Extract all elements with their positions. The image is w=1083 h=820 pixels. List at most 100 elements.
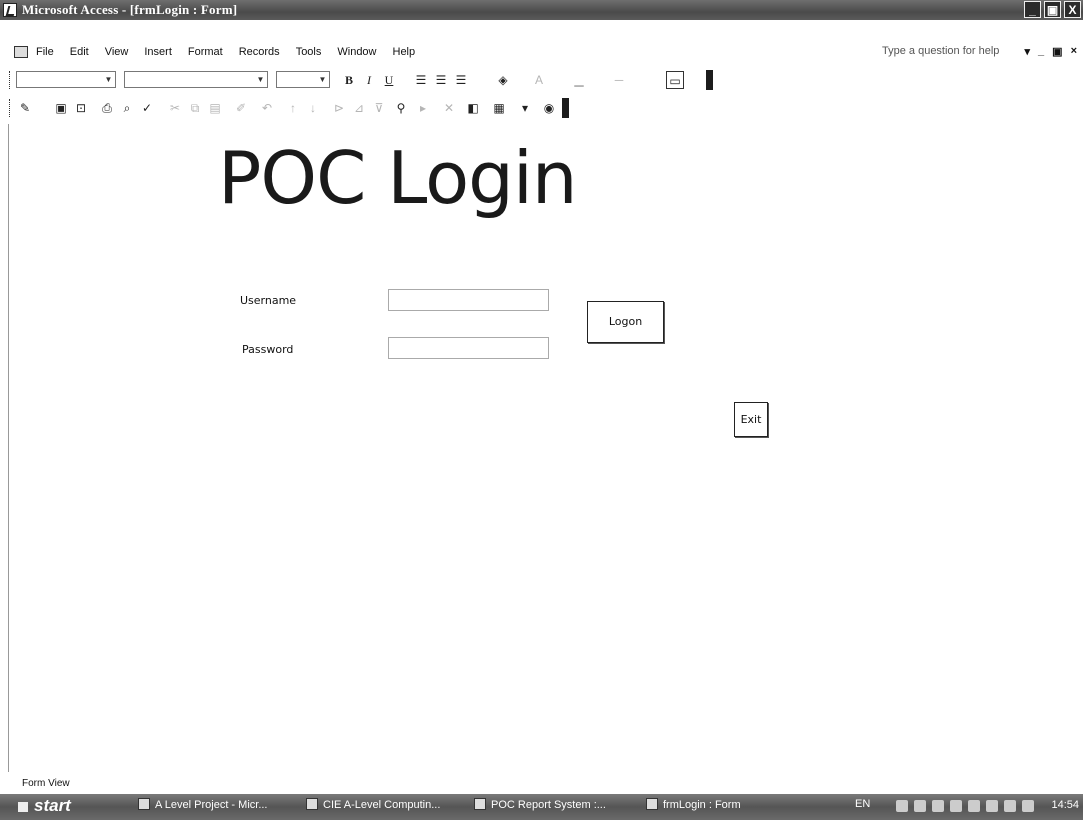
new-record-icon[interactable]: ▸ [414,99,432,117]
password-input[interactable] [389,338,548,358]
windows-flag-icon [18,802,28,812]
logon-button[interactable]: Logon [587,301,664,343]
taskbar-item-frmlogin[interactable]: frmLogin : Form [646,798,741,816]
bold-button[interactable]: B [340,71,358,89]
line-width-icon[interactable]: ─ [610,71,628,89]
menu-file[interactable]: File [36,46,54,58]
mdi-close-button[interactable]: × [1071,45,1077,58]
close-button[interactable]: X [1064,1,1081,18]
view-icon[interactable]: ✎ [16,99,34,117]
status-bar: Form View [0,772,1083,792]
mdi-controls: ▾ _ ▣ × [1025,45,1078,58]
language-indicator[interactable]: EN [855,798,870,816]
window-title: Microsoft Access - [frmLogin : Form] [22,2,238,17]
taskbar-item-label: CIE A-Level Computin... [323,799,441,811]
form-client-area [8,124,1083,772]
search-file-icon[interactable]: ⊡ [72,99,90,117]
mdi-minimize-button[interactable]: _ [1038,45,1044,58]
help-icon[interactable]: ◉ [540,99,558,117]
copy-icon[interactable]: ⧉ [186,99,204,117]
filter-by-form-icon[interactable]: ⊿ [350,99,368,117]
font-color-icon[interactable]: A [530,71,548,89]
align-center-icon[interactable]: ☰ [432,71,450,89]
form-document-icon[interactable] [14,46,28,58]
username-input[interactable] [389,290,548,310]
access-icon [138,798,150,810]
start-button[interactable]: start [4,796,116,818]
tray-icon[interactable] [1022,800,1034,812]
tray-icon[interactable] [968,800,980,812]
align-right-icon[interactable]: ☰ [452,71,470,89]
fill-color-icon[interactable]: ◈ [494,71,512,89]
menu-insert[interactable]: Insert [144,46,172,58]
taskbar-item-access-project[interactable]: A Level Project - Micr... [138,798,267,816]
font-name-combo[interactable]: ▼ [124,71,268,88]
apply-filter-icon[interactable]: ⊽ [370,99,388,117]
align-left-icon[interactable]: ☰ [412,71,430,89]
toolbar-end [562,98,569,118]
sort-descending-icon[interactable]: ↓ [304,99,322,117]
taskbar-item-poc-report[interactable]: POC Report System :... [474,798,606,816]
menu-tools[interactable]: Tools [296,46,322,58]
menu-edit[interactable]: Edit [70,46,89,58]
taskbar-item-label: POC Report System :... [491,799,606,811]
cut-icon[interactable]: ✂ [166,99,184,117]
print-icon[interactable]: ⎙ [98,99,116,117]
password-field[interactable] [388,337,549,359]
form-view-toolbar: ✎ ▣ ⊡ ⎙ ⌕ ✓ ✂ ⧉ ▤ ✐ ↶ ↑ ↓ ⊳ ⊿ ⊽ ⚲ ▸ ✕ ◧ … [0,96,696,120]
tray-icon[interactable] [950,800,962,812]
password-label: Password [242,343,294,356]
help-question-box[interactable]: Type a question for help [882,45,999,57]
new-object-dropdown-icon[interactable]: ▾ [516,99,534,117]
minimize-button[interactable]: _ [1024,1,1041,18]
formatting-toolbar: ▼ ▼ ▼ B I U ☰ ☰ ☰ ◈ A ▁ ─ ▭ [0,68,713,92]
sort-ascending-icon[interactable]: ↑ [284,99,302,117]
form-icon [646,798,658,810]
line-color-icon[interactable]: ▁ [570,71,588,89]
help-dropdown-icon[interactable]: ▾ [1025,45,1031,58]
tray-icon[interactable] [932,800,944,812]
menu-bar: File Edit View Insert Format Records Too… [0,42,1083,64]
undo-icon[interactable]: ↶ [258,99,276,117]
tray-icon[interactable] [1004,800,1016,812]
toolbar-grip[interactable] [9,71,13,89]
underline-button[interactable]: U [380,71,398,89]
restore-button[interactable]: ▣ [1044,1,1061,18]
menu-records[interactable]: Records [239,46,280,58]
delete-record-icon[interactable]: ✕ [440,99,458,117]
save-icon[interactable]: ▣ [52,99,70,117]
taskbar-item-label: frmLogin : Form [663,799,741,811]
tray-icon[interactable] [986,800,998,812]
menu-help[interactable]: Help [393,46,416,58]
italic-button[interactable]: I [360,71,378,89]
find-icon[interactable]: ⚲ [392,99,410,117]
tray-icon[interactable] [896,800,908,812]
folder-icon [474,798,486,810]
print-preview-icon[interactable]: ⌕ [118,99,136,117]
menu-format[interactable]: Format [188,46,223,58]
paste-icon[interactable]: ▤ [206,99,224,117]
username-field[interactable] [388,289,549,311]
mdi-restore-button[interactable]: ▣ [1052,45,1062,58]
database-window-icon[interactable]: ◧ [464,99,482,117]
chevron-down-icon: ▼ [104,75,113,84]
exit-button[interactable]: Exit [734,402,768,437]
new-object-icon[interactable]: ▦ [490,99,508,117]
taskbar-item-label: A Level Project - Micr... [155,799,268,811]
menu-window[interactable]: Window [337,46,376,58]
object-combo[interactable]: ▼ [16,71,116,88]
format-painter-icon[interactable]: ✐ [232,99,250,117]
menu-view[interactable]: View [105,46,129,58]
window-controls: _ ▣ X [1024,1,1081,18]
start-label: start [34,796,71,815]
system-tray-icons [896,800,1034,812]
form-title: POC Login [218,136,577,220]
spelling-icon[interactable]: ✓ [138,99,156,117]
taskbar-item-cie[interactable]: CIE A-Level Computin... [306,798,440,816]
tray-icon[interactable] [914,800,926,812]
font-size-combo[interactable]: ▼ [276,71,330,88]
toolbar-grip[interactable] [9,99,13,117]
special-effect-icon[interactable]: ▭ [666,71,684,89]
access-app-icon[interactable] [3,3,17,17]
filter-by-selection-icon[interactable]: ⊳ [330,99,348,117]
